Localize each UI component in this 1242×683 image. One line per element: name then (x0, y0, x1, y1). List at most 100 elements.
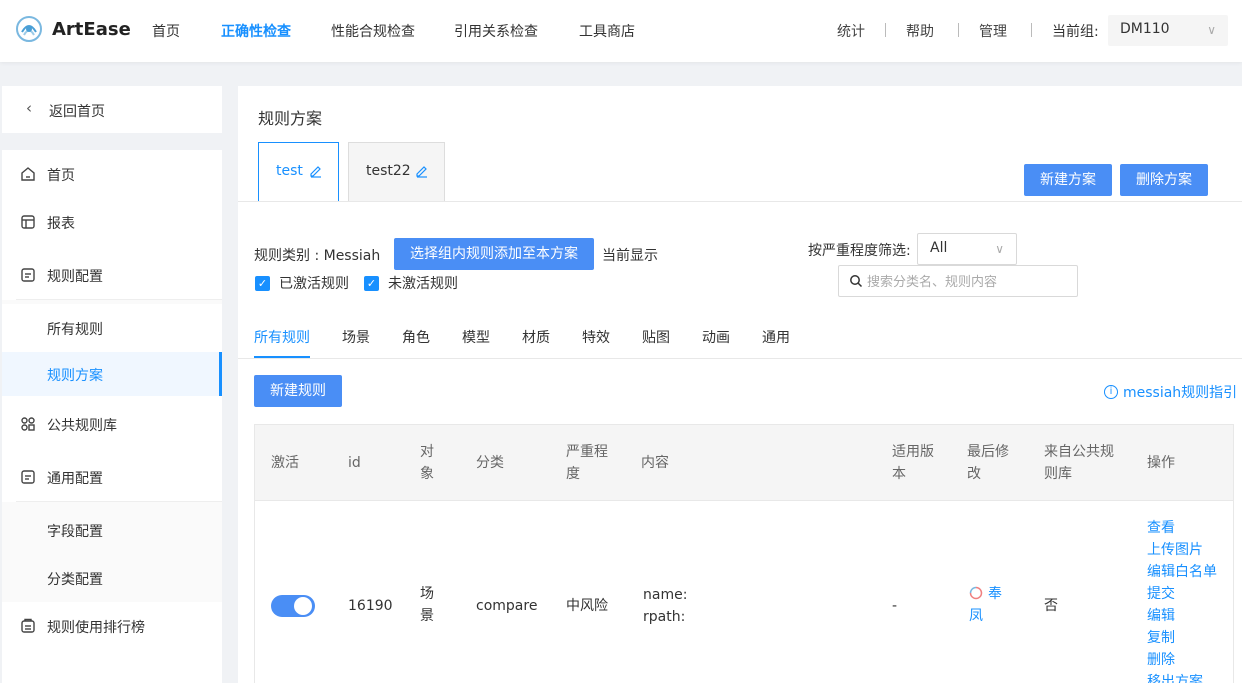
current-group-label: 当前组: (1052, 24, 1099, 40)
tab-texture[interactable]: 贴图 (642, 327, 670, 347)
app-name: ArtEase (52, 18, 131, 40)
tab-all-rules[interactable]: 所有规则 (254, 327, 310, 347)
inactive-rules-checkbox[interactable]: ✓ 未激活规则 (364, 273, 458, 293)
report-icon (21, 215, 35, 229)
header-line: 改 (967, 466, 981, 482)
remove-from-plan-link[interactable]: 移出方案 (1147, 671, 1203, 683)
nav-tool-store[interactable]: 工具商店 (579, 21, 635, 41)
checkmark-icon: ✓ (364, 275, 379, 291)
col-actions: 操作 (1147, 455, 1175, 471)
header-line: 则库 (1044, 466, 1072, 482)
divider (238, 358, 1242, 359)
tab-animation[interactable]: 动画 (702, 327, 730, 347)
cell-line: 场 (420, 586, 434, 602)
nav-home[interactable]: 首页 (152, 21, 180, 41)
divider (238, 201, 1242, 202)
rule-guide-link[interactable]: i messiah规则指引 (1104, 382, 1237, 402)
nav-reference-check[interactable]: 引用关系检查 (454, 21, 538, 41)
submit-link[interactable]: 提交 (1147, 583, 1175, 605)
config-icon (21, 470, 35, 484)
search-input[interactable] (867, 272, 1067, 292)
header-line: 象 (420, 466, 434, 482)
delete-link[interactable]: 删除 (1147, 649, 1175, 671)
sidebar-item-label: 规则配置 (47, 269, 103, 285)
plan-tab-label: test22 (366, 163, 411, 179)
config-icon (21, 268, 35, 282)
nav-performance-check[interactable]: 性能合规检查 (331, 21, 415, 41)
copy-link[interactable]: 复制 (1147, 627, 1175, 649)
nav-correctness-check[interactable]: 正确性检查 (221, 21, 291, 41)
table-header: 激活 id 对 象 分类 严重程 度 内容 适用版 本 最后修 改 来自公共规 (255, 425, 1233, 501)
severity-select[interactable]: All ∨ (917, 233, 1017, 265)
edit-icon[interactable] (415, 164, 429, 178)
grid-icon (21, 417, 35, 431)
new-plan-button[interactable]: 新建方案 (1024, 164, 1112, 196)
back-home-button[interactable]: ‹ 返回首页 (2, 86, 222, 133)
app-logo[interactable]: ArtEase (14, 14, 131, 44)
checkmark-icon: ✓ (255, 275, 270, 291)
tab-material[interactable]: 材质 (522, 327, 550, 347)
checkbox-label: 已激活规则 (279, 276, 349, 292)
tab-model[interactable]: 模型 (462, 327, 490, 347)
search-box (838, 265, 1078, 297)
help-link[interactable]: 帮助 (906, 21, 934, 41)
tab-effects[interactable]: 特效 (582, 327, 610, 347)
plan-tab-test22[interactable]: test22 (348, 142, 445, 201)
group-select[interactable]: DM110 ∨ (1108, 15, 1228, 46)
info-icon: i (1104, 385, 1118, 399)
chevron-down-icon: ∨ (1207, 23, 1216, 37)
sidebar-item-label: 通用配置 (47, 471, 103, 487)
sidebar-item-general-config[interactable]: 通用配置 (2, 453, 222, 501)
sidebar-item-public-rule-lib[interactable]: 公共规则库 (2, 400, 222, 448)
active-toggle[interactable] (271, 595, 315, 617)
col-last-modified: 最后修 改 (967, 441, 1009, 485)
cell-category: compare (476, 598, 538, 614)
add-from-group-button[interactable]: 选择组内规则添加至本方案 (394, 238, 594, 270)
view-link[interactable]: 查看 (1147, 517, 1175, 539)
header-line: 来自公共规 (1044, 444, 1114, 460)
active-rules-checkbox[interactable]: ✓ 已激活规则 (255, 273, 349, 293)
new-rule-button[interactable]: 新建规则 (254, 375, 342, 407)
stats-link[interactable]: 统计 (837, 21, 865, 41)
sidebar-item-label: 分类配置 (47, 572, 103, 588)
now-showing-label: 当前显示 (602, 248, 658, 264)
sidebar-item-label: 字段配置 (47, 524, 103, 540)
cell-line: rpath: (643, 609, 686, 625)
cell-last-modified[interactable]: 奉 凤 (969, 583, 1002, 627)
admin-link[interactable]: 管理 (979, 21, 1007, 41)
tab-scene[interactable]: 场景 (342, 327, 370, 347)
sidebar-item-rule-config[interactable]: 规则配置 (2, 251, 222, 299)
edit-icon[interactable] (309, 164, 323, 178)
sidebar-item-category-config[interactable]: 分类配置 (2, 554, 222, 602)
sidebar-item-all-rules[interactable]: 所有规则 (2, 304, 222, 352)
delete-plan-button[interactable]: 删除方案 (1120, 164, 1208, 196)
sidebar-item-home[interactable]: 首页 (2, 150, 222, 198)
col-version: 适用版 本 (892, 441, 934, 485)
sidebar-item-label: 首页 (47, 168, 75, 184)
edit-link[interactable]: 编辑 (1147, 605, 1175, 627)
sidebar-item-rule-plan[interactable]: 规则方案 (2, 352, 222, 396)
tab-character[interactable]: 角色 (402, 327, 430, 347)
sidebar-item-label: 报表 (47, 216, 75, 232)
group-select-value: DM110 (1120, 21, 1170, 37)
header-line: 度 (566, 466, 580, 482)
sidebar-item-label: 规则方案 (47, 368, 103, 384)
plan-tab-test[interactable]: test (258, 142, 339, 202)
upload-image-link[interactable]: 上传图片 (1147, 539, 1203, 561)
cell-content: name: rpath: (643, 584, 687, 628)
rank-icon (21, 618, 35, 633)
cell-severity: 中风险 (566, 598, 608, 614)
col-content: 内容 (641, 455, 669, 471)
checkbox-label: 未激活规则 (388, 276, 458, 292)
edit-whitelist-link[interactable]: 编辑白名单 (1147, 561, 1217, 583)
sidebar-item-report[interactable]: 报表 (2, 198, 222, 246)
cell-from-public: 否 (1044, 598, 1058, 614)
sidebar-item-label: 所有规则 (47, 322, 103, 338)
sidebar-item-field-config[interactable]: 字段配置 (2, 506, 222, 554)
tab-general[interactable]: 通用 (762, 327, 790, 347)
col-id: id (348, 455, 361, 471)
header-line: 最后修 (967, 444, 1009, 460)
header-line: 本 (892, 466, 906, 482)
sidebar-item-rule-ranking[interactable]: 规则使用排行榜 (2, 602, 222, 650)
home-icon (21, 167, 35, 181)
